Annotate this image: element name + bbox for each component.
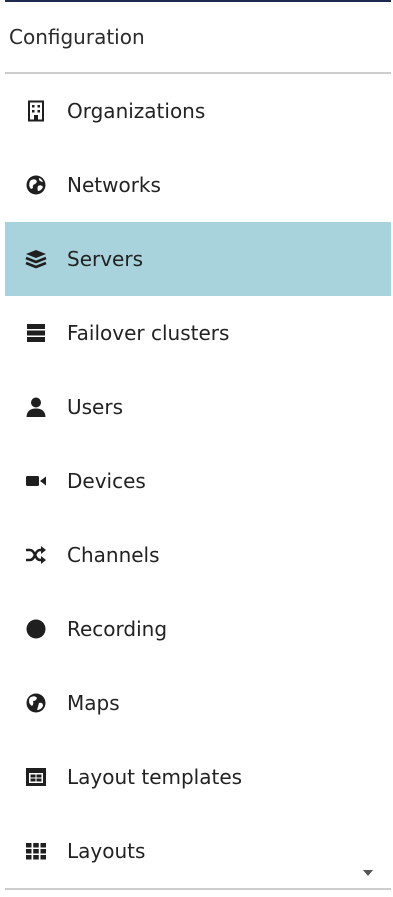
video-camera-icon — [25, 470, 47, 492]
menu-item-devices[interactable]: Devices — [5, 444, 391, 518]
server-stack-icon — [25, 248, 47, 270]
menu-item-label: Channels — [67, 543, 160, 567]
menu-item-label: Servers — [67, 247, 144, 271]
menu-item-label: Devices — [67, 469, 146, 493]
record-icon — [25, 618, 47, 640]
menu-item-label: Organizations — [67, 99, 206, 123]
user-icon — [25, 396, 47, 418]
menu-item-label: Maps — [67, 691, 120, 715]
building-icon — [25, 100, 47, 122]
menu-item-maps[interactable]: Maps — [5, 666, 391, 740]
menu-item-label: Layouts — [67, 839, 146, 863]
globe-network-icon — [25, 174, 47, 196]
section-header: Configuration — [9, 25, 145, 49]
scroll-down-arrow-icon[interactable] — [362, 869, 374, 877]
menu-item-recording[interactable]: Recording — [5, 592, 391, 666]
menu-item-users[interactable]: Users — [5, 370, 391, 444]
menu-item-channels[interactable]: Channels — [5, 518, 391, 592]
layout-template-icon — [25, 766, 47, 788]
menu-item-layouts[interactable]: Layouts — [5, 814, 391, 888]
grid-icon — [25, 840, 47, 862]
cluster-icon — [25, 322, 47, 344]
configuration-menu: Organizations Networks Servers Failover … — [5, 74, 391, 888]
menu-item-servers[interactable]: Servers — [5, 222, 391, 296]
shuffle-icon — [25, 544, 47, 566]
globe-icon — [25, 692, 47, 714]
menu-item-label: Recording — [67, 617, 168, 641]
menu-item-label: Networks — [67, 173, 161, 197]
menu-item-label: Layout templates — [67, 765, 243, 789]
menu-item-layout-templates[interactable]: Layout templates — [5, 740, 391, 814]
menu-item-networks[interactable]: Networks — [5, 148, 391, 222]
menu-item-organizations[interactable]: Organizations — [5, 74, 391, 148]
menu-item-label: Failover clusters — [67, 321, 230, 345]
menu-item-label: Users — [67, 395, 124, 419]
configuration-panel: Configuration Organizations Networks Ser… — [0, 0, 393, 897]
bottom-divider — [5, 888, 391, 890]
menu-item-failover-clusters[interactable]: Failover clusters — [5, 296, 391, 370]
